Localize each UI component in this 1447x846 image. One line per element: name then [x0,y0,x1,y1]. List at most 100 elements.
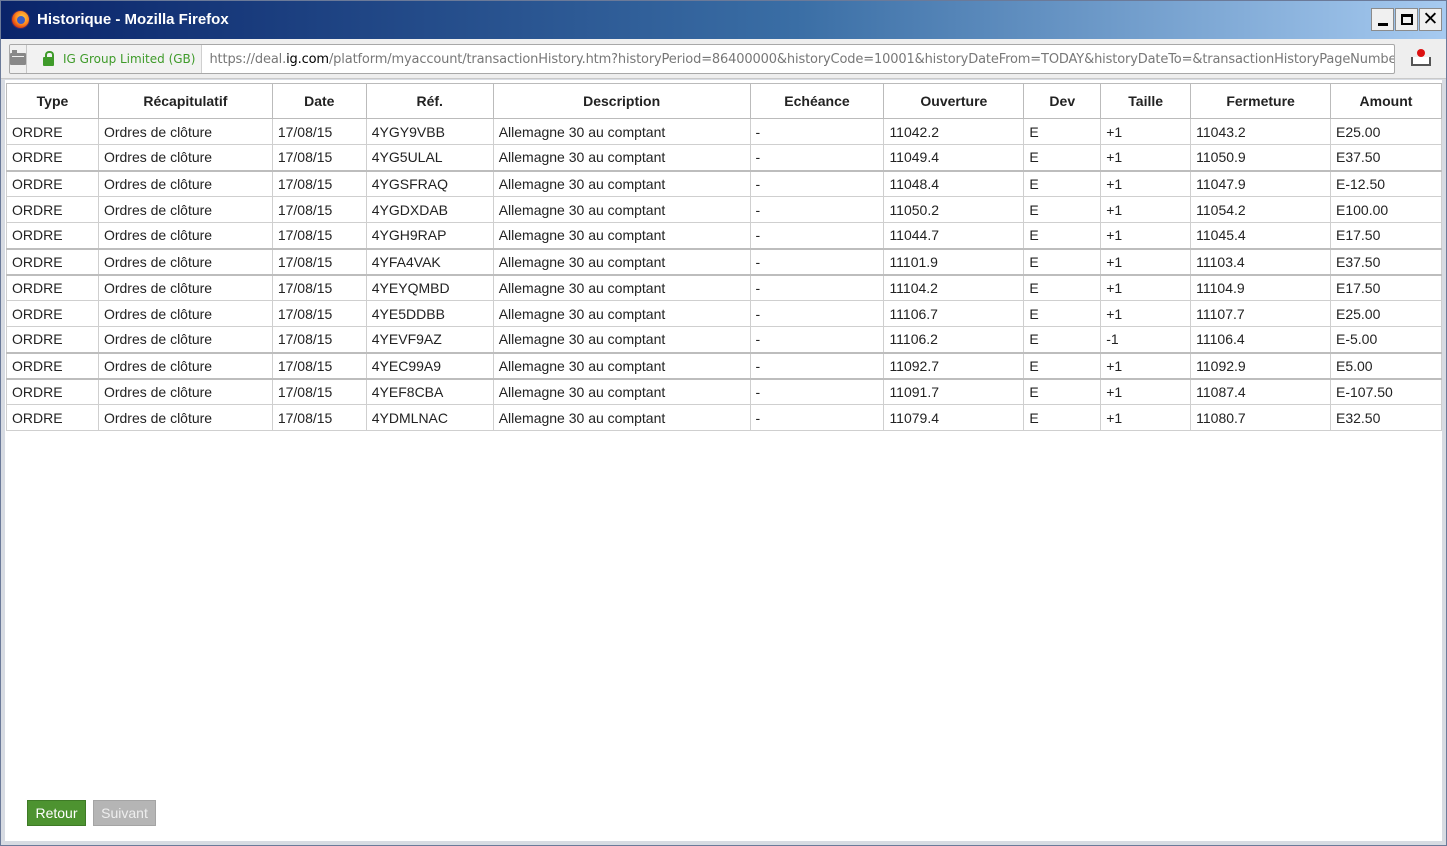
table-cell: Ordres de clôture [97,351,273,379]
table-row[interactable]: ORDRE Ordres de clôture 17/08/15 4YEF8CBA Al… [6,377,1442,405]
table-cell: 11087.4 [1190,377,1331,405]
table-cell: 4YEC99A9 [365,351,494,379]
table-cell: E [1023,222,1102,249]
minimize-button[interactable] [1371,8,1394,31]
table-cell: 17/08/15 [271,196,367,223]
table-cell: 11107.7 [1190,300,1331,327]
table-cell: - [749,247,885,275]
column-header[interactable]: Dev [1023,83,1102,119]
table-cell: 11050.2 [883,196,1025,223]
table-cell: 11106.4 [1190,326,1331,353]
table-cell: E [1023,404,1102,431]
table-cell: Allemagne 30 au comptant [492,222,751,249]
table-cell: +1 [1100,169,1192,197]
maximize-icon [1400,14,1413,25]
table-cell: 17/08/15 [271,118,367,145]
table-cell: 11054.2 [1190,196,1331,223]
table-row[interactable]: ORDRE Ordres de clôture 17/08/15 4YEYQMBD Al… [6,273,1442,301]
column-header[interactable]: Type [6,83,99,119]
table-cell: E100.00 [1330,196,1442,223]
table-cell: Allemagne 30 au comptant [492,300,751,327]
table-cell: E25.00 [1330,118,1442,145]
maximize-button[interactable] [1395,8,1418,31]
table-cell: ORDRE [6,118,99,145]
back-button[interactable]: Retour [27,800,86,826]
title-bar[interactable]: Historique - Mozilla Firefox ✕ [1,1,1446,39]
next-button[interactable]: Suivant [93,800,156,826]
table-cell: - [749,169,885,197]
table-row[interactable]: ORDRE Ordres de clôture 17/08/15 4YEC99A9 Al… [6,351,1442,379]
table-cell: +1 [1100,351,1192,379]
table-cell: Ordres de clôture [97,404,273,431]
table-cell: 11103.4 [1190,247,1331,275]
column-header[interactable]: Amount [1330,83,1442,119]
table-cell: E25.00 [1330,300,1442,327]
table-cell: 11044.7 [883,222,1025,249]
column-header[interactable]: Date [271,83,367,119]
url-bar[interactable]: IG Group Limited (GB) https://deal.ig.co… [9,44,1395,74]
table-cell: 11050.9 [1190,144,1331,171]
table-cell: ORDRE [6,144,99,171]
table-cell: +1 [1100,144,1192,171]
table-cell: 17/08/15 [271,351,367,379]
download-tray-icon[interactable] [1410,49,1432,69]
table-cell: ORDRE [6,326,99,353]
table-cell: 11106.7 [883,300,1025,327]
table-cell: E-5.00 [1330,326,1442,353]
table-cell: Allemagne 30 au comptant [492,169,751,197]
table-cell: Allemagne 30 au comptant [492,196,751,223]
table-cell: -1 [1100,326,1192,353]
site-identity[interactable]: IG Group Limited (GB) [27,45,203,73]
table-row[interactable]: ORDRE Ordres de clôture 17/08/15 4YGSFRAQ Al… [6,169,1442,197]
table-cell: - [749,196,885,223]
table-cell: 17/08/15 [271,247,367,275]
table-cell: 11092.9 [1190,351,1331,379]
table-cell: 17/08/15 [271,169,367,197]
page-info-button[interactable] [10,45,27,73]
browser-window: Historique - Mozilla Firefox ✕ IG Group … [0,0,1447,846]
table-cell: 4YFA4VAK [365,247,494,275]
table-cell: ORDRE [6,169,99,197]
table-cell: 11042.2 [883,118,1025,145]
table-row[interactable]: ORDRE Ordres de clôture 17/08/15 4YG5ULAL Al… [6,144,1442,171]
table-row[interactable]: ORDRE Ordres de clôture 17/08/15 4YGH9RAP Al… [6,222,1442,249]
table-cell: Allemagne 30 au comptant [492,351,751,379]
page-icon [10,50,26,65]
column-header[interactable]: Réf. [365,83,494,119]
table-cell: Ordres de clôture [97,118,273,145]
table-cell: - [749,118,885,145]
table-cell: E17.50 [1330,273,1442,301]
table-row[interactable]: ORDRE Ordres de clôture 17/08/15 4YE5DDBB Al… [6,300,1442,327]
column-header[interactable]: Taille [1100,83,1192,119]
table-cell: E [1023,273,1102,301]
table-cell: - [749,300,885,327]
table-cell: ORDRE [6,404,99,431]
table-cell: Ordres de clôture [97,144,273,171]
column-header[interactable]: Echéance [749,83,885,119]
firefox-icon [11,10,30,29]
table-row[interactable]: ORDRE Ordres de clôture 17/08/15 4YFA4VAK Al… [6,247,1442,275]
table-cell: 11080.7 [1190,404,1331,431]
table-cell: - [749,144,885,171]
column-header[interactable]: Ouverture [883,83,1025,119]
table-row[interactable]: ORDRE Ordres de clôture 17/08/15 4YGY9VBB Al… [6,118,1442,145]
column-header[interactable]: Récapitulatif [97,83,273,119]
table-cell: 17/08/15 [271,326,367,353]
table-cell: 4YGH9RAP [365,222,494,249]
column-header[interactable]: Fermeture [1190,83,1331,119]
minimize-icon [1377,23,1388,26]
column-header[interactable]: Description [492,83,751,119]
table-row[interactable]: ORDRE Ordres de clôture 17/08/15 4YEVF9AZ Al… [6,326,1442,353]
table-cell: 17/08/15 [271,144,367,171]
table-cell: 4YGDXDAB [365,196,494,223]
table-cell: ORDRE [6,222,99,249]
url-text[interactable]: https://deal.ig.com/platform/myaccount/t… [202,52,1394,67]
table-cell: 11104.2 [883,273,1025,301]
table-cell: +1 [1100,222,1192,249]
table-row[interactable]: ORDRE Ordres de clôture 17/08/15 4YDMLNAC Al… [6,404,1442,431]
table-cell: Ordres de clôture [97,222,273,249]
table-cell: 4YEYQMBD [365,273,494,301]
table-cell: 17/08/15 [271,404,367,431]
table-row[interactable]: ORDRE Ordres de clôture 17/08/15 4YGDXDAB Al… [6,196,1442,223]
close-button[interactable]: ✕ [1419,8,1442,31]
